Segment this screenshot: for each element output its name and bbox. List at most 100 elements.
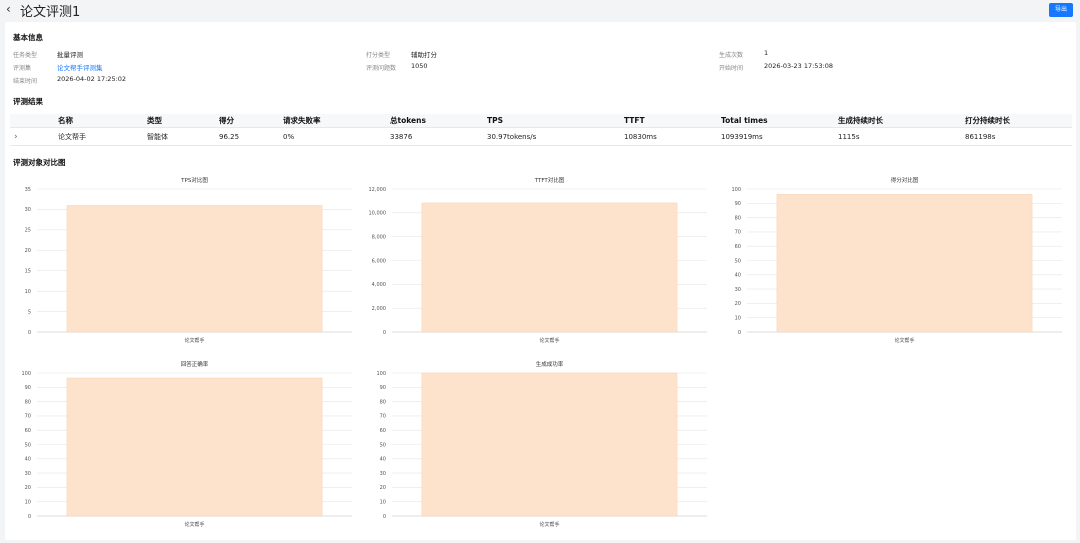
col-header: 名称 bbox=[54, 114, 143, 128]
table-row[interactable]: › 论文帮手 智能体 96.25 0% 33876 30.97tokens/s … bbox=[10, 127, 1072, 146]
x-tick-label: 论文帮手 bbox=[184, 337, 204, 344]
table-cell: 智能体 bbox=[143, 127, 215, 146]
y-tick-label: 10 bbox=[25, 500, 31, 506]
y-tick-label: 20 bbox=[25, 248, 31, 254]
col-header: TTFT bbox=[620, 114, 717, 128]
basic-info-title: 基本信息 bbox=[13, 33, 43, 42]
expand-col-header bbox=[10, 114, 54, 128]
y-tick-label: 70 bbox=[380, 414, 386, 420]
y-tick-label: 40 bbox=[25, 457, 31, 463]
y-tick-label: 4,000 bbox=[372, 282, 386, 288]
table-cell: 10830ms bbox=[620, 127, 717, 146]
table-cell: 1115s bbox=[834, 127, 961, 146]
y-tick-label: 50 bbox=[735, 258, 741, 264]
table-header-row: 名称 类型 得分 请求失败率 总tokens TPS TTFT Total ti… bbox=[10, 114, 1072, 128]
results-title: 评测结果 bbox=[13, 97, 43, 106]
y-tick-label: 80 bbox=[735, 215, 741, 221]
chart-title: TTFT对比图 bbox=[534, 176, 565, 184]
end-time-label: 结束时间 bbox=[13, 78, 38, 85]
y-tick-label: 0 bbox=[738, 330, 741, 336]
y-tick-label: 20 bbox=[735, 301, 741, 307]
expand-cell[interactable]: › bbox=[10, 127, 54, 146]
chart-ttft: TTFT对比图 0 2,000 4,000 6,000 8,000 10,000 12,000… bbox=[360, 174, 715, 346]
export-button[interactable]: 导出 bbox=[1049, 3, 1073, 17]
y-tick-label: 30 bbox=[25, 207, 31, 213]
y-tick-label: 12,000 bbox=[369, 187, 387, 193]
bar bbox=[66, 205, 323, 333]
tps-chart-svg: TPS对比图 0 5 10 15 20 25 30 35 论文帮手 bbox=[25, 176, 352, 344]
y-tick-label: 10 bbox=[380, 500, 386, 506]
ttft-chart-svg: TTFT对比图 0 2,000 4,000 6,000 8,000 10,000 12,000… bbox=[369, 176, 707, 344]
y-tick-label: 10 bbox=[25, 289, 31, 295]
y-tick-label: 0 bbox=[28, 330, 31, 336]
bar bbox=[776, 194, 1033, 333]
task-type-label: 任务类型 bbox=[13, 52, 38, 59]
end-time-value: 2026-04-02 17:25:02 bbox=[57, 75, 127, 83]
chart-title: 回答正确率 bbox=[181, 360, 209, 368]
x-tick-label: 论文帮手 bbox=[539, 521, 559, 528]
table-cell: 0% bbox=[279, 127, 386, 146]
col-header: 请求失败率 bbox=[279, 114, 386, 128]
table-cell: 论文帮手 bbox=[54, 127, 143, 146]
results-table: 名称 类型 得分 请求失败率 总tokens TPS TTFT Total ti… bbox=[10, 114, 1072, 146]
gen-count-label: 生成次数 bbox=[719, 52, 744, 59]
score-type-label: 打分类型 bbox=[366, 52, 391, 59]
col-header: Total times bbox=[717, 114, 834, 128]
y-tick-label: 90 bbox=[735, 201, 741, 207]
table-cell: 861198s bbox=[961, 127, 1072, 146]
y-tick-label: 20 bbox=[25, 485, 31, 491]
table-cell: 96.25 bbox=[215, 127, 279, 146]
back-arrow-icon[interactable]: ‹ bbox=[6, 2, 11, 16]
chart-title: 得分对比图 bbox=[891, 176, 919, 184]
y-tick-label: 0 bbox=[28, 514, 31, 520]
x-tick-label: 论文帮手 bbox=[894, 337, 914, 344]
table-cell: 1093919ms bbox=[717, 127, 834, 146]
y-tick-label: 30 bbox=[380, 471, 386, 477]
y-tick-label: 90 bbox=[25, 385, 31, 391]
eval-set-link[interactable]: 论文帮手评测集 bbox=[57, 62, 103, 72]
compare-title: 评测对象对比图 bbox=[13, 158, 66, 167]
col-header: 总tokens bbox=[386, 114, 483, 128]
y-tick-label: 60 bbox=[735, 244, 741, 250]
y-tick-label: 20 bbox=[380, 485, 386, 491]
chart-title: TPS对比图 bbox=[180, 176, 208, 184]
y-tick-label: 30 bbox=[25, 471, 31, 477]
y-tick-label: 40 bbox=[735, 273, 741, 279]
y-tick-label: 0 bbox=[383, 514, 386, 520]
score-type-value: 辅助打分 bbox=[411, 51, 437, 59]
y-tick-label: 100 bbox=[21, 371, 31, 377]
col-header: 得分 bbox=[215, 114, 279, 128]
x-tick-label: 论文帮手 bbox=[539, 337, 559, 344]
y-tick-label: 80 bbox=[25, 399, 31, 405]
eval-set-label: 评测集 bbox=[13, 65, 32, 72]
y-tick-label: 70 bbox=[735, 230, 741, 236]
bar bbox=[421, 372, 678, 517]
col-header: TPS bbox=[483, 114, 620, 128]
y-tick-label: 30 bbox=[735, 287, 741, 293]
y-tick-label: 15 bbox=[25, 269, 31, 275]
col-header: 打分持续时长 bbox=[961, 114, 1072, 128]
y-tick-label: 100 bbox=[376, 371, 386, 377]
y-tick-label: 50 bbox=[25, 442, 31, 448]
gen-count-value: 1 bbox=[764, 49, 769, 57]
y-tick-label: 60 bbox=[25, 428, 31, 434]
success-rate-chart-svg: 生成成功率 0 10 20 30 40 50 60 70 80 90 100 论文帮手 bbox=[376, 360, 707, 528]
task-type-value: 批量评测 bbox=[57, 51, 83, 59]
y-tick-label: 0 bbox=[383, 330, 386, 336]
y-tick-label: 70 bbox=[25, 414, 31, 420]
score-chart-svg: 得分对比图 0 10 20 30 40 50 60 70 80 90 100 论文帮手 bbox=[731, 176, 1062, 344]
chevron-right-icon[interactable]: › bbox=[14, 132, 18, 142]
y-tick-label: 25 bbox=[25, 228, 31, 234]
table-cell: 33876 bbox=[386, 127, 483, 146]
table-cell: 30.97tokens/s bbox=[483, 127, 620, 146]
start-time-label: 开始时间 bbox=[719, 65, 744, 72]
col-header: 生成持续时长 bbox=[834, 114, 961, 128]
y-tick-label: 50 bbox=[380, 442, 386, 448]
content-panel: 基本信息 任务类型 批量评测 打分类型 辅助打分 生成次数 1 评测集 论文帮手… bbox=[5, 22, 1076, 540]
bar bbox=[66, 377, 323, 517]
y-tick-label: 5 bbox=[28, 309, 31, 315]
chart-success-rate: 生成成功率 0 10 20 30 40 50 60 70 80 90 100 论文帮手 bbox=[360, 358, 715, 530]
bar bbox=[421, 202, 678, 333]
y-tick-label: 60 bbox=[380, 428, 386, 434]
y-tick-label: 35 bbox=[25, 187, 31, 193]
